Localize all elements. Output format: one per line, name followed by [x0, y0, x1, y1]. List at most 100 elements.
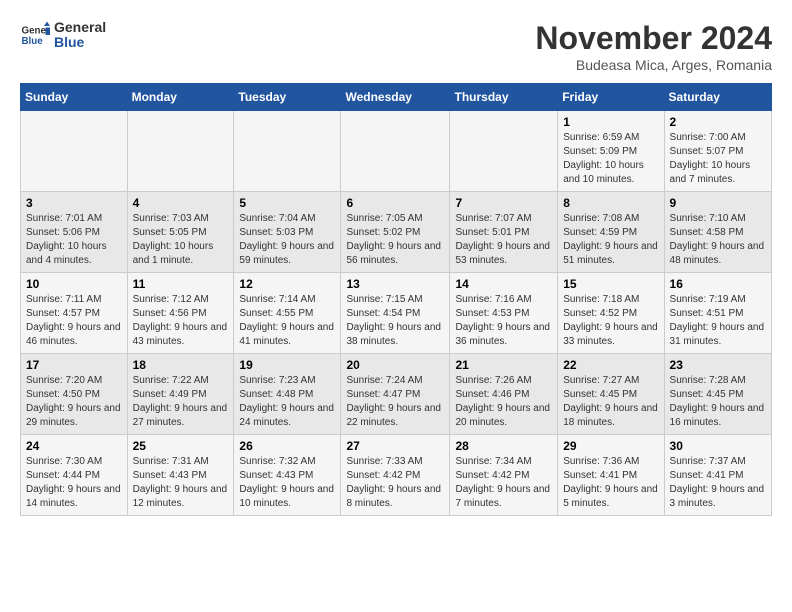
day-number: 4: [133, 196, 229, 210]
day-info: Sunrise: 7:26 AM Sunset: 4:46 PM Dayligh…: [455, 374, 552, 430]
day-info: Sunrise: 7:34 AM Sunset: 4:42 PM Dayligh…: [455, 455, 552, 511]
calendar-cell: 23 Sunrise: 7:28 AM Sunset: 4:45 PM Dayli…: [664, 354, 771, 435]
calendar-cell: 20Sunrise: 7:24 AM Sunset: 4:47 PM Dayli…: [341, 354, 450, 435]
calendar-cell: 26 Sunrise: 7:32 AM Sunset: 4:43 PM Dayli…: [234, 435, 341, 516]
calendar-cell: 13 Sunrise: 7:15 AM Sunset: 4:54 PM Dayli…: [341, 273, 450, 354]
calendar-cell: 30Sunrise: 7:37 AM Sunset: 4:41 PM Dayli…: [664, 435, 771, 516]
weekday-header-thursday: Thursday: [450, 84, 558, 111]
day-info: Sunrise: 7:18 AM Sunset: 4:52 PM Dayligh…: [563, 293, 658, 349]
day-number: 24: [26, 439, 122, 453]
day-info: Sunrise: 7:04 AM Sunset: 5:03 PM Dayligh…: [239, 212, 335, 268]
day-info: Sunrise: 7:11 AM Sunset: 4:57 PM Dayligh…: [26, 293, 122, 349]
day-info: Sunrise: 6:59 AM Sunset: 5:09 PM Dayligh…: [563, 131, 658, 187]
day-info: Sunrise: 7:22 AM Sunset: 4:49 PM Dayligh…: [133, 374, 229, 430]
day-info: Sunrise: 7:28 AM Sunset: 4:45 PM Dayligh…: [670, 374, 766, 430]
day-number: 6: [346, 196, 444, 210]
day-number: 19: [239, 358, 335, 372]
svg-text:Blue: Blue: [22, 36, 44, 47]
day-info: Sunrise: 7:32 AM Sunset: 4:43 PM Dayligh…: [239, 455, 335, 511]
calendar-cell: 16Sunrise: 7:19 AM Sunset: 4:51 PM Dayli…: [664, 273, 771, 354]
calendar-cell: [450, 111, 558, 192]
day-info: Sunrise: 7:16 AM Sunset: 4:53 PM Dayligh…: [455, 293, 552, 349]
day-number: 9: [670, 196, 766, 210]
day-info: Sunrise: 7:12 AM Sunset: 4:56 PM Dayligh…: [133, 293, 229, 349]
week-row-4: 17 Sunrise: 7:20 AM Sunset: 4:50 PM Dayli…: [21, 354, 772, 435]
day-info: Sunrise: 7:08 AM Sunset: 4:59 PM Dayligh…: [563, 212, 658, 268]
day-info: Sunrise: 7:07 AM Sunset: 5:01 PM Dayligh…: [455, 212, 552, 268]
day-info: Sunrise: 7:20 AM Sunset: 4:50 PM Dayligh…: [26, 374, 122, 430]
calendar-cell: 5Sunrise: 7:04 AM Sunset: 5:03 PM Daylig…: [234, 192, 341, 273]
day-number: 15: [563, 277, 658, 291]
day-number: 8: [563, 196, 658, 210]
calendar-subtitle: Budeasa Mica, Arges, Romania: [535, 57, 772, 73]
weekday-header-wednesday: Wednesday: [341, 84, 450, 111]
calendar-title: November 2024: [535, 20, 772, 57]
day-number: 14: [455, 277, 552, 291]
calendar-cell: 2 Sunrise: 7:00 AM Sunset: 5:07 PM Daylig…: [664, 111, 771, 192]
calendar-cell: 6 Sunrise: 7:05 AM Sunset: 5:02 PM Daylig…: [341, 192, 450, 273]
day-number: 13: [346, 277, 444, 291]
day-info: Sunrise: 7:30 AM Sunset: 4:44 PM Dayligh…: [26, 455, 122, 511]
day-info: Sunrise: 7:00 AM Sunset: 5:07 PM Dayligh…: [670, 131, 766, 187]
calendar-cell: 11 Sunrise: 7:12 AM Sunset: 4:56 PM Dayli…: [127, 273, 234, 354]
week-row-1: 1 Sunrise: 6:59 AM Sunset: 5:09 PM Daylig…: [21, 111, 772, 192]
calendar-cell: 3 Sunrise: 7:01 AM Sunset: 5:06 PM Daylig…: [21, 192, 128, 273]
week-row-5: 24 Sunrise: 7:30 AM Sunset: 4:44 PM Dayli…: [21, 435, 772, 516]
weekday-header-tuesday: Tuesday: [234, 84, 341, 111]
calendar-cell: 28 Sunrise: 7:34 AM Sunset: 4:42 PM Dayli…: [450, 435, 558, 516]
day-number: 7: [455, 196, 552, 210]
day-info: Sunrise: 7:33 AM Sunset: 4:42 PM Dayligh…: [346, 455, 444, 511]
calendar-cell: 19Sunrise: 7:23 AM Sunset: 4:48 PM Dayli…: [234, 354, 341, 435]
week-row-3: 10 Sunrise: 7:11 AM Sunset: 4:57 PM Dayli…: [21, 273, 772, 354]
day-number: 25: [133, 439, 229, 453]
day-info: Sunrise: 7:03 AM Sunset: 5:05 PM Dayligh…: [133, 212, 229, 268]
day-number: 12: [239, 277, 335, 291]
weekday-header-row: SundayMondayTuesdayWednesdayThursdayFrid…: [21, 84, 772, 111]
day-number: 18: [133, 358, 229, 372]
day-number: 11: [133, 277, 229, 291]
day-number: 22: [563, 358, 658, 372]
day-info: Sunrise: 7:10 AM Sunset: 4:58 PM Dayligh…: [670, 212, 766, 268]
calendar-cell: [21, 111, 128, 192]
calendar-cell: 27Sunrise: 7:33 AM Sunset: 4:42 PM Dayli…: [341, 435, 450, 516]
logo-icon: General Blue: [20, 20, 50, 50]
calendar-cell: 21Sunrise: 7:26 AM Sunset: 4:46 PM Dayli…: [450, 354, 558, 435]
page-header: General Blue General Blue November 2024 …: [20, 20, 772, 73]
day-info: Sunrise: 7:31 AM Sunset: 4:43 PM Dayligh…: [133, 455, 229, 511]
calendar-cell: 22 Sunrise: 7:27 AM Sunset: 4:45 PM Dayli…: [558, 354, 664, 435]
logo: General Blue General Blue: [20, 20, 106, 51]
calendar-cell: 9 Sunrise: 7:10 AM Sunset: 4:58 PM Daylig…: [664, 192, 771, 273]
day-number: 29: [563, 439, 658, 453]
day-info: Sunrise: 7:05 AM Sunset: 5:02 PM Dayligh…: [346, 212, 444, 268]
weekday-header-friday: Friday: [558, 84, 664, 111]
calendar-cell: [341, 111, 450, 192]
day-number: 30: [670, 439, 766, 453]
day-number: 28: [455, 439, 552, 453]
day-info: Sunrise: 7:19 AM Sunset: 4:51 PM Dayligh…: [670, 293, 766, 349]
calendar-cell: 1 Sunrise: 6:59 AM Sunset: 5:09 PM Daylig…: [558, 111, 664, 192]
day-number: 10: [26, 277, 122, 291]
day-info: Sunrise: 7:01 AM Sunset: 5:06 PM Dayligh…: [26, 212, 122, 268]
logo-general: General: [54, 20, 106, 35]
day-info: Sunrise: 7:27 AM Sunset: 4:45 PM Dayligh…: [563, 374, 658, 430]
day-number: 17: [26, 358, 122, 372]
week-row-2: 3 Sunrise: 7:01 AM Sunset: 5:06 PM Daylig…: [21, 192, 772, 273]
day-number: 26: [239, 439, 335, 453]
calendar-cell: 17 Sunrise: 7:20 AM Sunset: 4:50 PM Dayli…: [21, 354, 128, 435]
calendar-cell: 4 Sunrise: 7:03 AM Sunset: 5:05 PM Daylig…: [127, 192, 234, 273]
calendar-cell: 10 Sunrise: 7:11 AM Sunset: 4:57 PM Dayli…: [21, 273, 128, 354]
weekday-header-saturday: Saturday: [664, 84, 771, 111]
day-number: 3: [26, 196, 122, 210]
calendar-cell: 8 Sunrise: 7:08 AM Sunset: 4:59 PM Daylig…: [558, 192, 664, 273]
calendar-cell: 18 Sunrise: 7:22 AM Sunset: 4:49 PM Dayli…: [127, 354, 234, 435]
day-number: 1: [563, 115, 658, 129]
calendar-cell: [234, 111, 341, 192]
day-number: 20: [346, 358, 444, 372]
calendar-cell: [127, 111, 234, 192]
calendar-cell: 25 Sunrise: 7:31 AM Sunset: 4:43 PM Dayli…: [127, 435, 234, 516]
weekday-header-sunday: Sunday: [21, 84, 128, 111]
calendar-table: SundayMondayTuesdayWednesdayThursdayFrid…: [20, 83, 772, 516]
day-number: 23: [670, 358, 766, 372]
day-number: 2: [670, 115, 766, 129]
day-info: Sunrise: 7:15 AM Sunset: 4:54 PM Dayligh…: [346, 293, 444, 349]
